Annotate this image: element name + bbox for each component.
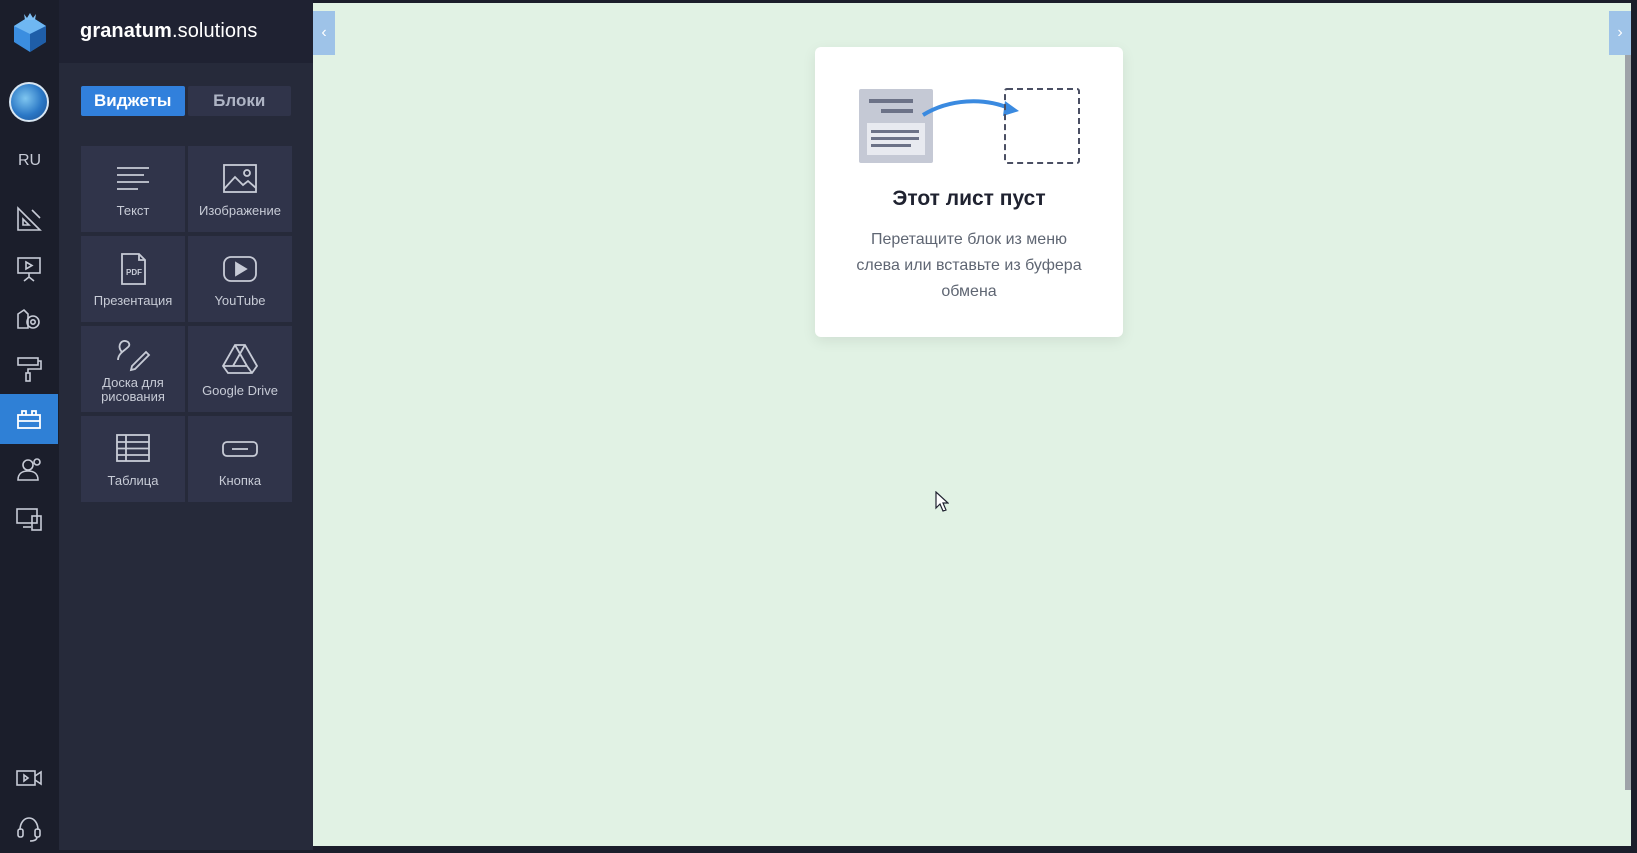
vertical-scrollbar[interactable] [1625, 55, 1631, 790]
widget-label: Презентация [93, 293, 173, 308]
video-camera-icon [16, 770, 42, 786]
widget-grid: Текст Изображение PDF Презентация YouTub… [81, 146, 292, 502]
text-lines-icon [117, 167, 149, 190]
devices-icon [16, 508, 42, 531]
blocks-icon [17, 410, 41, 429]
widget-image[interactable]: Изображение [188, 146, 292, 232]
rail-item-devices[interactable] [0, 494, 58, 544]
widget-label: Google Drive [202, 383, 278, 398]
settings-gear-icon [17, 308, 40, 329]
youtube-play-icon [223, 256, 257, 282]
support-headset-icon [17, 817, 41, 842]
table-icon [116, 434, 150, 462]
pdf-file-icon: PDF [121, 253, 146, 285]
widgets-panel: granatum.solutions Виджеты Блоки Текст И… [59, 0, 313, 850]
widget-label: Доска для рисования [101, 375, 165, 404]
widget-label: Кнопка [218, 473, 262, 488]
language-switch[interactable]: RU [0, 152, 59, 170]
collapse-left-panel-button[interactable]: ‹ [313, 11, 335, 55]
drag-block-illustration [859, 88, 1080, 164]
rail-item-blocks[interactable] [0, 394, 58, 444]
rail-item-video[interactable] [0, 753, 58, 803]
collapse-right-panel-button[interactable]: › [1609, 11, 1631, 55]
button-icon [222, 441, 258, 457]
widget-drawing-board[interactable]: Доска для рисования [81, 326, 185, 412]
svg-text:PDF: PDF [126, 268, 142, 277]
widget-google-drive[interactable]: Google Drive [188, 326, 292, 412]
rail-item-settings[interactable] [0, 294, 58, 344]
user-avatar[interactable] [9, 82, 49, 122]
tab-widgets[interactable]: Виджеты [81, 86, 185, 116]
widget-text[interactable]: Текст [81, 146, 185, 232]
empty-sheet-description: Перетащите блок из меню слева или вставь… [856, 231, 1082, 300]
presentation-board-icon [17, 257, 41, 282]
users-icon [17, 458, 41, 481]
granatum-logo-icon[interactable] [10, 12, 50, 54]
widget-label: Изображение [199, 203, 281, 218]
mouse-cursor-icon [935, 491, 949, 512]
panel-tabs: Виджеты Блоки [81, 86, 291, 116]
chevron-right-icon: › [1617, 24, 1623, 41]
drawing-pen-icon [117, 340, 151, 372]
tab-blocks[interactable]: Блоки [187, 86, 291, 116]
geometry-tools-icon [17, 206, 42, 231]
widget-youtube[interactable]: YouTube [188, 236, 292, 322]
rail-item-support[interactable] [0, 803, 58, 853]
widget-label: YouTube [214, 293, 266, 308]
widget-label: Таблица [107, 473, 159, 488]
widget-presentation[interactable]: PDF Презентация [81, 236, 185, 322]
widget-table[interactable]: Таблица [81, 416, 185, 502]
rail-item-users[interactable] [0, 444, 58, 494]
chevron-left-icon: ‹ [321, 24, 327, 41]
rail-item-design[interactable] [0, 344, 58, 394]
google-drive-icon [221, 344, 259, 374]
paint-roller-icon [17, 357, 42, 382]
image-icon [223, 164, 257, 193]
widget-button[interactable]: Кнопка [188, 416, 292, 502]
brand-name: granatum.solutions [80, 20, 258, 42]
rail-item-presentation[interactable] [0, 244, 58, 294]
rail-item-geometry[interactable] [0, 194, 58, 244]
widget-label: Текст [116, 203, 150, 218]
left-icon-rail: RU [0, 0, 59, 850]
sheet-canvas[interactable]: ‹ › Этот лист пуст Перетащите блок из ме… [313, 3, 1631, 846]
empty-sheet-title: Этот лист пуст [892, 187, 1046, 210]
empty-sheet-card: Этот лист пуст Перетащите блок из меню с… [815, 47, 1123, 337]
